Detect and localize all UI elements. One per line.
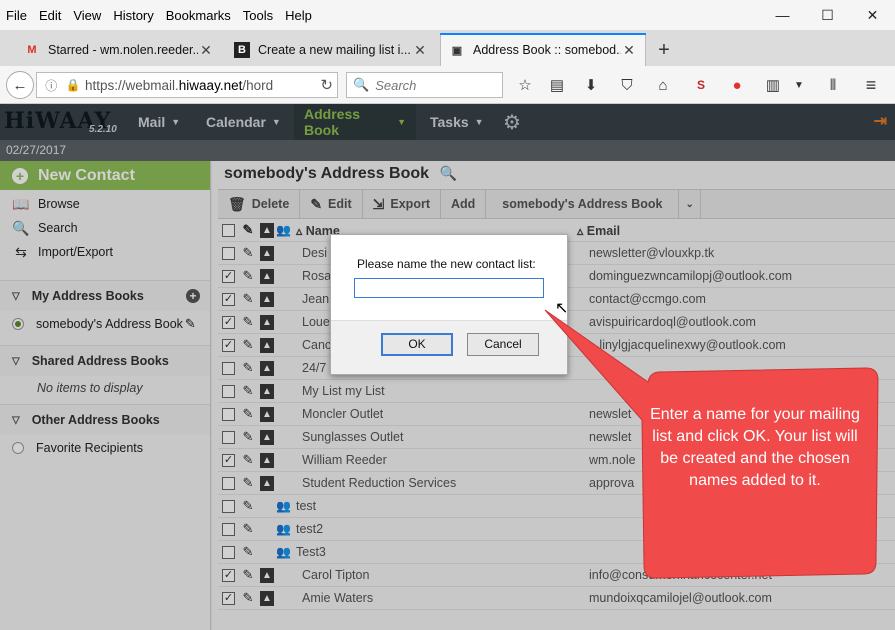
dialog-prompt: Please name the new contact list: bbox=[357, 257, 536, 271]
ok-button[interactable]: OK bbox=[381, 333, 453, 356]
hamburger-menu-icon[interactable]: ≡ bbox=[860, 75, 882, 95]
close-tab-icon[interactable]: ✕ bbox=[412, 42, 428, 59]
extension-dots-icon[interactable]: ● bbox=[726, 75, 748, 95]
menu-view[interactable]: View bbox=[67, 8, 107, 23]
tab-title: Address Book :: somebod... bbox=[473, 43, 621, 57]
reading-list-icon[interactable]: ▤ bbox=[546, 75, 568, 95]
extension-s-icon[interactable]: S bbox=[690, 75, 712, 95]
menu-edit[interactable]: Edit bbox=[33, 8, 67, 23]
search-placeholder: Search bbox=[375, 77, 417, 93]
menu-bar: File Edit View History Bookmarks Tools H… bbox=[0, 0, 895, 30]
tab-title: Create a new mailing list i... bbox=[258, 43, 411, 57]
pocket-icon[interactable]: ⛉ bbox=[616, 75, 638, 95]
list-name-input[interactable] bbox=[354, 278, 544, 298]
window-controls: — ☐ ✕ bbox=[760, 0, 895, 30]
reload-icon[interactable]: ↻ bbox=[320, 76, 333, 94]
info-icon[interactable]: ⓘ bbox=[45, 77, 57, 94]
tab-gmail[interactable]: M Starred - wm.nolen.reeder... ✕ bbox=[16, 34, 222, 66]
close-tab-icon[interactable]: ✕ bbox=[621, 42, 637, 59]
url-bar[interactable]: ⓘ 🔒 https://webmail.hiwaay.net/hord ↻ bbox=[36, 72, 338, 98]
menu-file[interactable]: File bbox=[0, 8, 33, 23]
mouse-cursor-icon: ↖ bbox=[555, 300, 569, 317]
address-book-icon: ▣ bbox=[451, 44, 463, 57]
app-window: File Edit View History Bookmarks Tools H… bbox=[0, 0, 895, 630]
new-list-dialog: Please name the new contact list: OK Can… bbox=[330, 234, 568, 375]
url-domain: hiwaay.net bbox=[178, 77, 243, 93]
tab-create-list[interactable]: B Create a new mailing list i... ✕ bbox=[226, 34, 436, 66]
url-prefix: https://webmail. bbox=[85, 77, 179, 93]
callout-text: Enter a name for your mailing list and c… bbox=[650, 406, 860, 489]
bookmark-star-icon[interactable]: ☆ bbox=[514, 75, 536, 95]
cancel-button[interactable]: Cancel bbox=[467, 333, 539, 356]
library-icon[interactable]: ⫴ bbox=[822, 75, 844, 95]
maximize-icon[interactable]: ☐ bbox=[805, 0, 850, 30]
close-window-icon[interactable]: ✕ bbox=[850, 0, 895, 30]
gmail-icon: M bbox=[27, 44, 37, 56]
menu-help[interactable]: Help bbox=[279, 8, 318, 23]
tab-bar: M Starred - wm.nolen.reeder... ✕ B Creat… bbox=[0, 30, 895, 66]
search-icon: 🔍 bbox=[353, 77, 370, 92]
close-tab-icon[interactable]: ✕ bbox=[198, 42, 214, 59]
url-text: https://webmail.hiwaay.net/hord bbox=[85, 78, 305, 93]
home-icon[interactable]: ⌂ bbox=[652, 75, 674, 95]
tab-address-book[interactable]: ▣ Address Book :: somebod... ✕ bbox=[440, 33, 646, 66]
menu-history[interactable]: History bbox=[107, 8, 159, 23]
url-suffix: /hord bbox=[242, 77, 274, 93]
minimize-icon[interactable]: — bbox=[760, 0, 805, 30]
lock-icon: 🔒 bbox=[65, 78, 81, 92]
tab-title: Starred - wm.nolen.reeder... bbox=[48, 43, 198, 57]
new-tab-icon[interactable]: + bbox=[652, 38, 676, 62]
overflow-chevron-icon[interactable]: ▼ bbox=[788, 75, 810, 95]
navigation-bar: ← ⓘ 🔒 https://webmail.hiwaay.net/hord ↻ … bbox=[0, 66, 895, 104]
dialog-footer: OK Cancel bbox=[331, 320, 567, 374]
download-icon[interactable]: ⬇ bbox=[580, 75, 602, 95]
menu-tools[interactable]: Tools bbox=[237, 8, 279, 23]
back-arrow-icon[interactable]: ← bbox=[6, 71, 34, 99]
b-icon: B bbox=[234, 42, 250, 58]
menu-bookmarks[interactable]: Bookmarks bbox=[160, 8, 237, 23]
clipboard-icon[interactable]: ▥ bbox=[762, 75, 784, 95]
search-input[interactable]: 🔍 Search bbox=[346, 72, 503, 98]
